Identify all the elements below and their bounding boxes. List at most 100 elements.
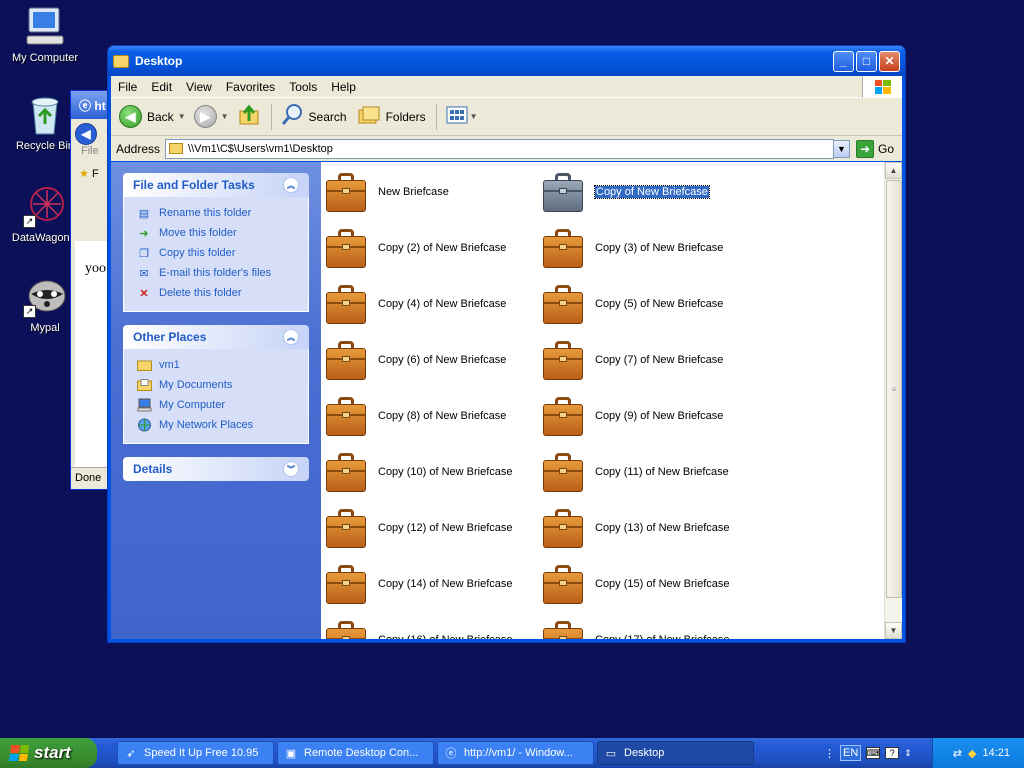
file-list[interactable]: New Briefcase Copy of New Briefcase Copy (… (321, 162, 884, 639)
task-copy-folder[interactable]: ❐ Copy this folder (136, 243, 298, 263)
title-bar[interactable]: Desktop _ □ ✕ (108, 46, 905, 76)
close-button[interactable]: ✕ (879, 50, 900, 72)
scroll-down-button[interactable]: ▼ (885, 622, 902, 639)
address-input[interactable]: \\Vm1\C$\Users\vm1\Desktop (165, 138, 834, 159)
go-button[interactable]: ➜ Go (855, 139, 894, 158)
file-item[interactable]: Copy (4) of New Briefcase (324, 279, 539, 329)
briefcase-icon (324, 618, 368, 639)
language-indicator[interactable]: EN (840, 745, 862, 761)
help-icon[interactable]: ? (885, 747, 900, 759)
window-title: Desktop (135, 54, 183, 68)
file-item[interactable]: Copy (13) of New Briefcase (541, 503, 756, 553)
task-email-files[interactable]: ✉ E-mail this folder's files (136, 263, 298, 283)
menu-view[interactable]: View (179, 80, 219, 94)
scroll-thumb[interactable]: ≡ (886, 180, 902, 598)
back-dropdown-icon[interactable]: ▼ (178, 112, 186, 121)
address-dropdown-icon[interactable]: ▼ (832, 139, 850, 158)
search-button[interactable]: Search (280, 103, 347, 130)
task-rename-folder[interactable]: ▤ Rename this folder (136, 203, 298, 223)
briefcase-icon (541, 226, 585, 270)
file-label: Copy (3) of New Briefcase (595, 242, 724, 254)
panel-header[interactable]: Other Places ︽ (123, 325, 309, 349)
taskbar-item-remote-desktop[interactable]: ▣ Remote Desktop Con... (277, 741, 434, 765)
file-item[interactable]: Copy (5) of New Briefcase (541, 279, 756, 329)
shield-tray-icon[interactable]: ◆ (968, 747, 976, 760)
folder-icon (169, 143, 184, 154)
file-item[interactable]: Copy (14) of New Briefcase (324, 559, 539, 609)
up-button[interactable] (237, 103, 261, 130)
file-label: Copy (7) of New Briefcase (595, 354, 724, 366)
star-icon[interactable]: ★ (79, 168, 89, 180)
panel-header[interactable]: Details ︾ (123, 457, 309, 481)
menu-help[interactable]: Help (324, 80, 363, 94)
file-label: Copy (9) of New Briefcase (595, 410, 724, 422)
desktop-icon-my-computer[interactable]: My Computer (0, 4, 90, 64)
computer-icon (23, 4, 67, 48)
clock[interactable]: 14:21 (982, 747, 1010, 759)
briefcase-icon (324, 170, 368, 214)
shortcut-arrow-icon: ↗ (23, 215, 36, 228)
options-icon[interactable]: ⇕ (904, 748, 912, 759)
file-item[interactable]: Copy (2) of New Briefcase (324, 223, 539, 273)
start-button[interactable]: start (0, 738, 97, 768)
taskbar-item-speeditup[interactable]: ➶ Speed It Up Free 10.95 (117, 741, 274, 765)
task-move-folder[interactable]: ➜ Move this folder (136, 223, 298, 243)
file-item[interactable]: Copy (16) of New Briefcase (324, 615, 539, 639)
menu-file[interactable]: File (111, 80, 144, 94)
file-item[interactable]: Copy (11) of New Briefcase (541, 447, 756, 497)
views-button[interactable]: ▼ (445, 104, 486, 129)
file-label: Copy (10) of New Briefcase (378, 466, 513, 478)
menu-favorites[interactable]: Favorites (219, 80, 282, 94)
file-item[interactable]: Copy (9) of New Briefcase (541, 391, 756, 441)
network-tray-icon[interactable]: ⇄ (953, 747, 962, 760)
place-my-computer[interactable]: My Computer (136, 395, 298, 415)
file-item[interactable]: Copy (3) of New Briefcase (541, 223, 756, 273)
collapse-chevron-icon[interactable]: ︽ (283, 177, 299, 193)
vertical-scrollbar[interactable]: ▲ ≡ ▼ (884, 162, 902, 639)
briefcase-icon (324, 226, 368, 270)
menu-edit[interactable]: Edit (144, 80, 179, 94)
file-item[interactable]: Copy (12) of New Briefcase (324, 503, 539, 553)
taskbar-item-desktop[interactable]: ▭ Desktop (597, 741, 754, 765)
file-label: Copy (4) of New Briefcase (378, 298, 507, 310)
file-item[interactable]: Copy (10) of New Briefcase (324, 447, 539, 497)
panel-header[interactable]: File and Folder Tasks ︽ (123, 173, 309, 197)
file-item[interactable]: Copy (17) of New Briefcase (541, 615, 756, 639)
views-dropdown-icon: ▼ (469, 112, 478, 121)
remote-desktop-icon: ▣ (285, 747, 297, 760)
scroll-up-button[interactable]: ▲ (885, 162, 902, 179)
keyboard-icon[interactable]: ⌨ (866, 747, 881, 759)
forward-arrow-icon: ▶ (193, 105, 217, 128)
file-label: Copy (5) of New Briefcase (595, 298, 724, 310)
forward-button[interactable]: ▶ (193, 105, 217, 128)
file-item[interactable]: Copy (7) of New Briefcase (541, 335, 756, 385)
collapse-chevron-icon[interactable]: ︽ (283, 329, 299, 345)
maximize-button[interactable]: □ (856, 50, 877, 72)
place-my-documents[interactable]: My Documents (136, 375, 298, 395)
file-item[interactable]: New Briefcase (324, 167, 539, 217)
file-label: Copy (12) of New Briefcase (378, 522, 513, 534)
explorer-window[interactable]: Desktop _ □ ✕ File Edit View Favorites T… (107, 45, 906, 643)
forward-dropdown-icon[interactable]: ▼ (221, 112, 229, 121)
expand-chevron-icon[interactable]: ︾ (283, 461, 299, 477)
folders-button[interactable]: Folders (357, 103, 426, 130)
file-item[interactable]: Copy (6) of New Briefcase (324, 335, 539, 385)
taskbar-item-ie[interactable]: ⓔ http://vm1/ - Window... (437, 741, 594, 765)
file-item[interactable]: Copy (8) of New Briefcase (324, 391, 539, 441)
briefcase-icon (541, 394, 585, 438)
file-label: New Briefcase (378, 186, 449, 198)
task-delete-folder[interactable]: ✕ Delete this folder (136, 283, 298, 303)
documents-icon (136, 377, 152, 393)
minimize-button[interactable]: _ (833, 50, 854, 72)
briefcase-icon (541, 338, 585, 382)
briefcase-icon (541, 506, 585, 550)
menu-tools[interactable]: Tools (282, 80, 324, 94)
file-item[interactable]: Copy of New Briefcase (541, 167, 756, 217)
ie-back-icon[interactable]: ◀ (75, 123, 97, 145)
place-my-network-places[interactable]: My Network Places (136, 415, 298, 435)
address-bar: Address \\Vm1\C$\Users\vm1\Desktop ▼ ➜ G… (111, 136, 902, 161)
back-button[interactable]: ◀ Back (119, 105, 174, 128)
file-item[interactable]: Copy (15) of New Briefcase (541, 559, 756, 609)
recycle-bin-icon (23, 92, 67, 136)
place-vm1[interactable]: vm1 (136, 355, 298, 375)
